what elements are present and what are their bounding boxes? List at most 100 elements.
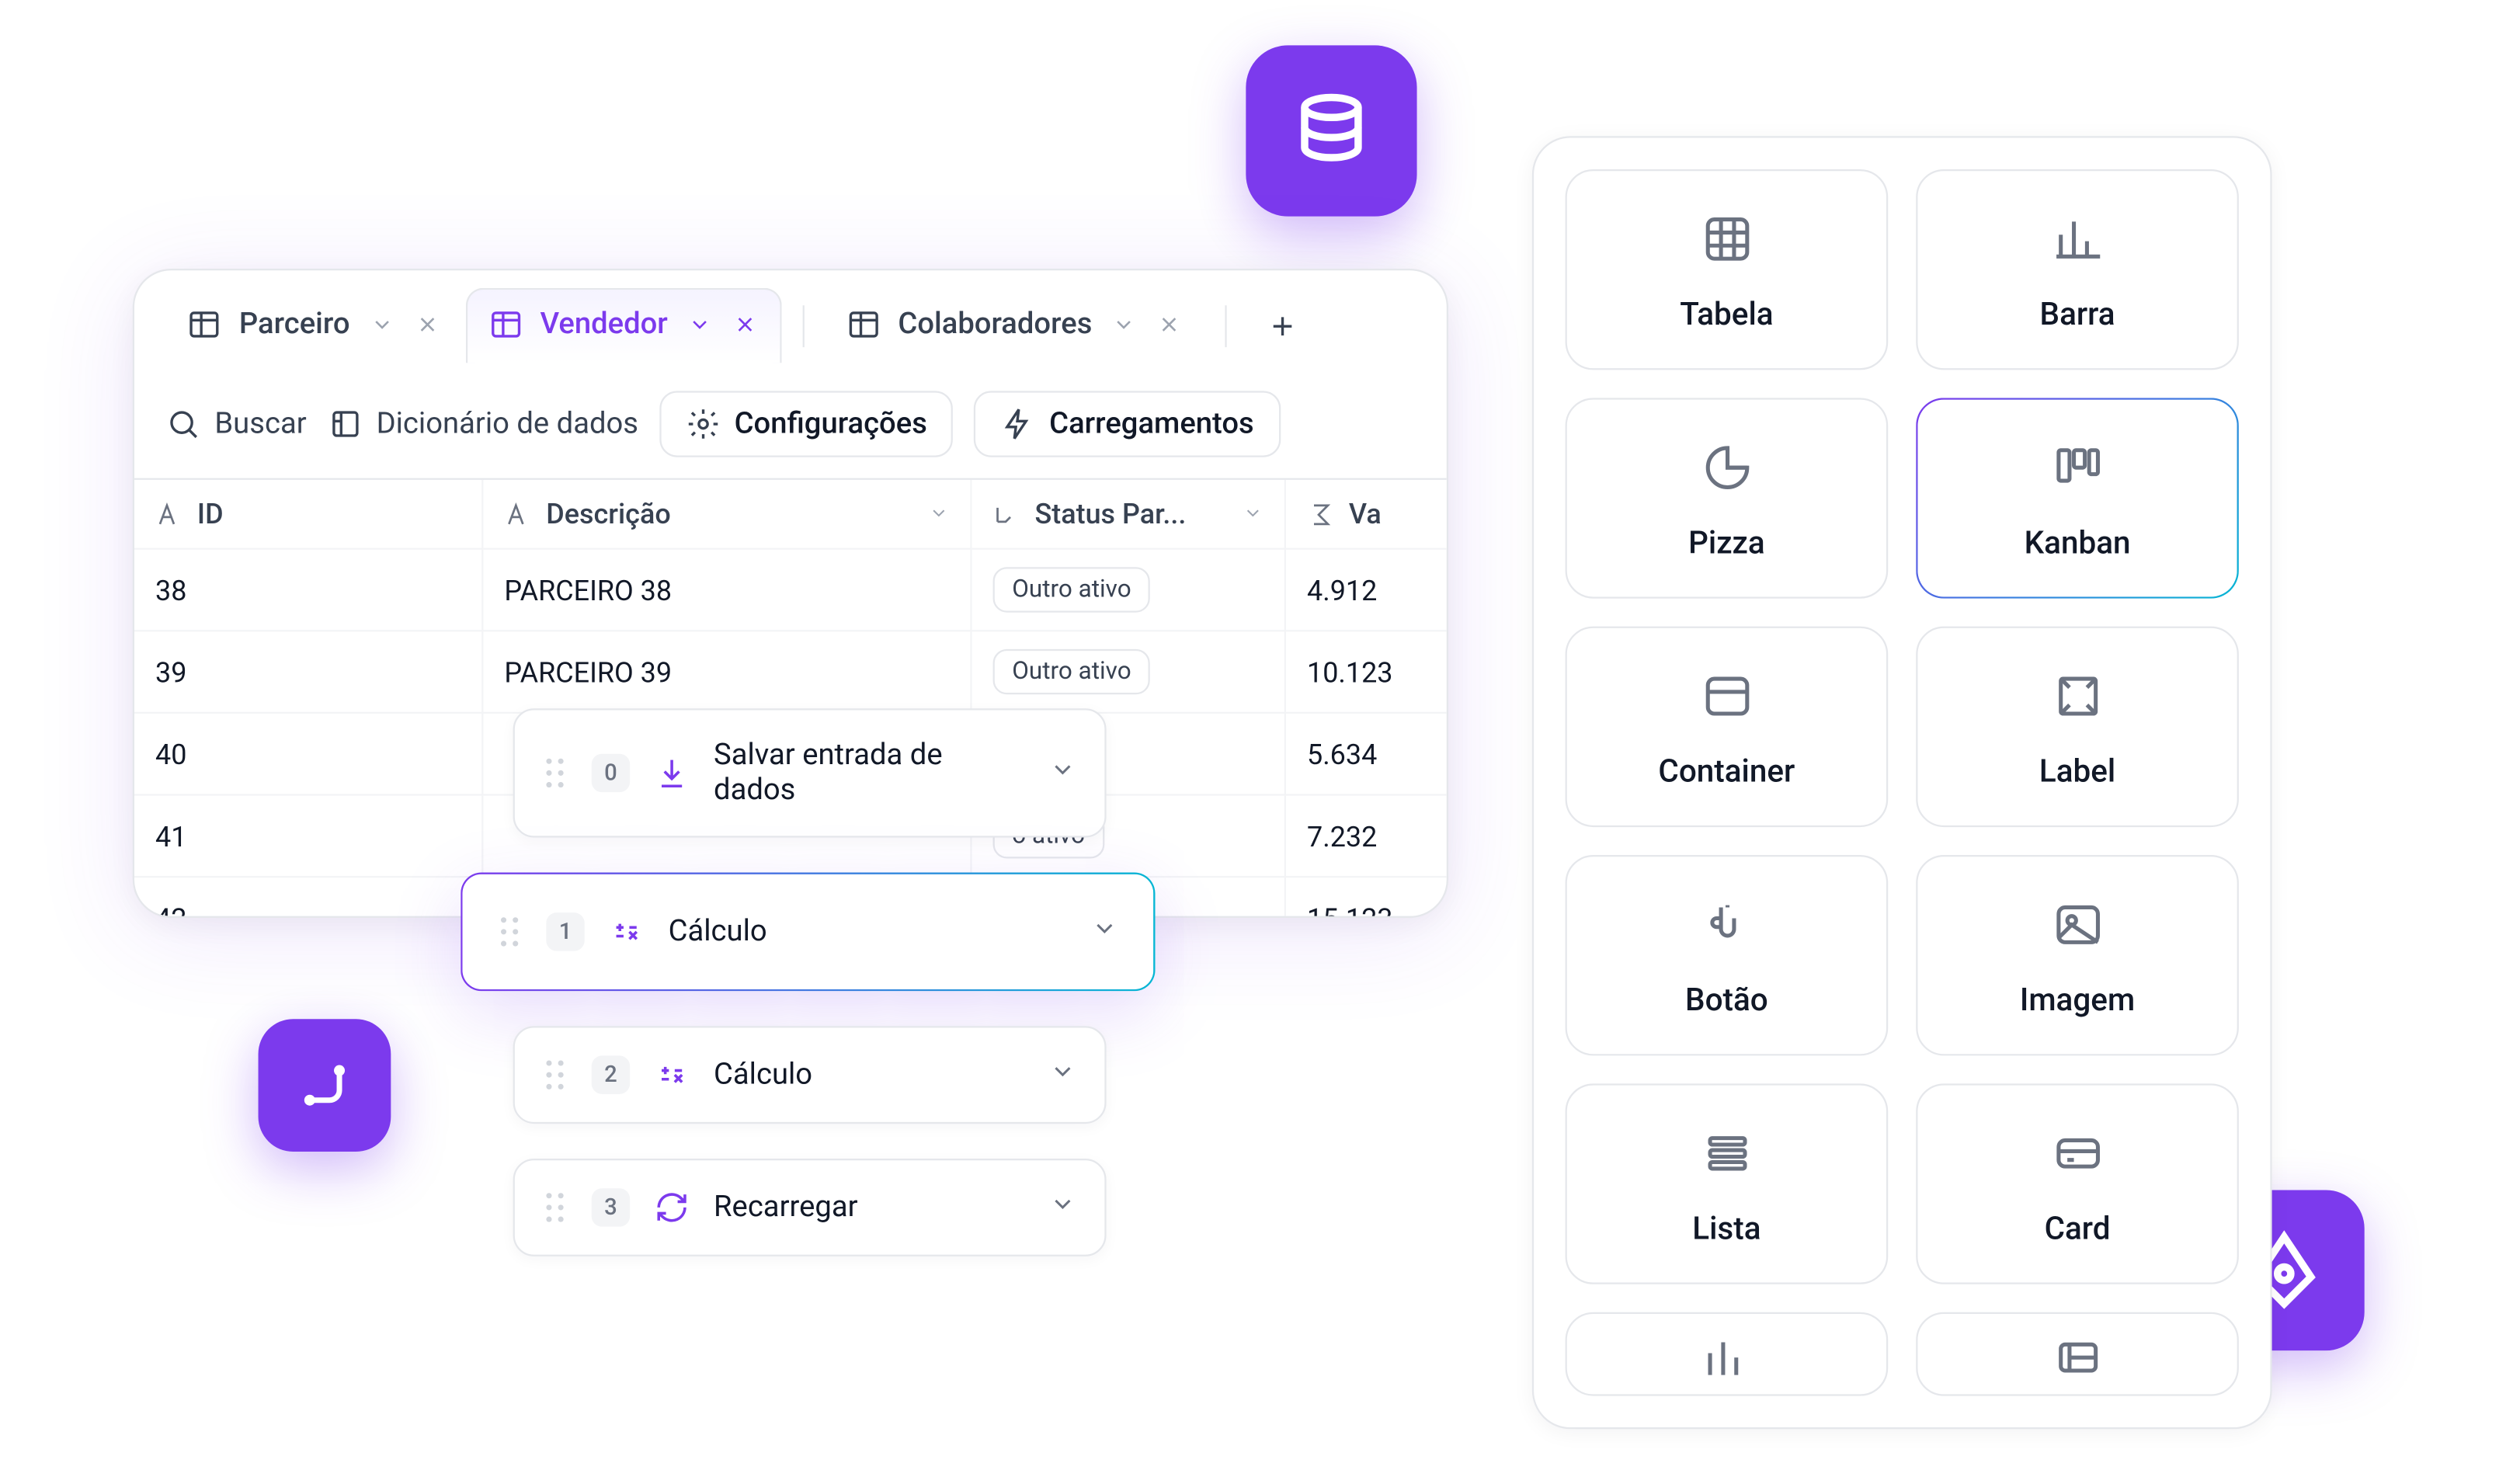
close-icon[interactable]: [412, 310, 440, 338]
type-text-icon: [155, 500, 183, 528]
cell-id[interactable]: 41: [134, 796, 483, 878]
chevron-down-icon[interactable]: [1048, 756, 1076, 791]
cell-value[interactable]: 4.912: [1286, 550, 1448, 632]
search-label: Buscar: [214, 407, 306, 442]
cell-id[interactable]: 42: [134, 878, 483, 918]
palette-label: Pizza: [1688, 525, 1765, 561]
settings-button[interactable]: Configurações: [659, 391, 954, 457]
tab-parceiro[interactable]: Parceiro: [165, 289, 461, 362]
chevron-down-icon[interactable]: [367, 310, 395, 338]
loads-button[interactable]: Carregamentos: [975, 391, 1281, 457]
palette-label: Botão: [1685, 982, 1768, 1019]
column-status[interactable]: Status Par...: [972, 480, 1286, 550]
column-value[interactable]: Va: [1286, 480, 1448, 550]
palette-item-tabela[interactable]: Tabela: [1566, 169, 1889, 370]
drag-handle-icon[interactable]: [543, 757, 567, 788]
image-icon: [2051, 898, 2103, 957]
cell-value[interactable]: 7.232: [1286, 796, 1448, 878]
cell-id[interactable]: 38: [134, 550, 483, 632]
step-label: Recarregar: [714, 1190, 858, 1225]
palette-label: Barra: [2040, 297, 2115, 333]
palette-item-lista[interactable]: Lista: [1566, 1083, 1889, 1284]
tab-colaboradores[interactable]: Colaboradores: [825, 289, 1204, 362]
cell-desc[interactable]: PARCEIRO 38: [483, 550, 971, 632]
cell-value[interactable]: 15.123: [1286, 878, 1448, 918]
table-icon: [846, 306, 881, 341]
step-label: Cálculo: [669, 914, 767, 949]
palette-label: Tabela: [1680, 297, 1773, 333]
tabs-bar: Parceiro Vendedor Colaboradores: [134, 270, 1447, 363]
card-icon: [2051, 1128, 2103, 1187]
column-id[interactable]: ID: [134, 480, 483, 550]
palette-item-container[interactable]: Container: [1566, 627, 1889, 827]
step-item-3[interactable]: 3 Recarregar: [513, 1159, 1107, 1256]
close-icon[interactable]: [1155, 310, 1183, 338]
chart-icon: [2051, 213, 2103, 272]
table-row[interactable]: 38PARCEIRO 38Outro ativo4.912: [134, 550, 1447, 632]
data-dictionary-button[interactable]: Dicionário de dados: [328, 407, 638, 442]
chevron-down-icon[interactable]: [685, 311, 713, 339]
chevron-down-icon[interactable]: [1090, 914, 1118, 949]
column-label: Descrição: [546, 497, 670, 530]
chevron-down-icon[interactable]: [1048, 1058, 1076, 1093]
palette-item-kanban[interactable]: Kanban: [1916, 398, 2239, 598]
pointer-icon: [1701, 898, 1753, 957]
palette-item-imagem[interactable]: Imagem: [1916, 855, 2239, 1055]
cell-desc[interactable]: PARCEIRO 39: [483, 631, 971, 714]
drag-handle-icon[interactable]: [543, 1059, 567, 1090]
palette-item-pizza[interactable]: Pizza: [1566, 398, 1889, 598]
palette-item-label[interactable]: Label: [1916, 627, 2239, 827]
caret-down-icon[interactable]: [928, 497, 949, 530]
table-icon: [186, 306, 221, 341]
cell-status[interactable]: Outro ativo: [972, 631, 1286, 714]
table-icon: [488, 307, 523, 342]
chevron-down-icon[interactable]: [1048, 1190, 1076, 1225]
step-item-1[interactable]: 1 Cálculo: [461, 873, 1155, 992]
kanban-icon: [2051, 441, 2103, 500]
palette-label: Imagem: [2020, 982, 2135, 1019]
tab-vendedor[interactable]: Vendedor: [465, 288, 781, 363]
loads-label: Carregamentos: [1049, 407, 1254, 442]
step-item-2[interactable]: 2Cálculo: [513, 1026, 1107, 1124]
column-descricao[interactable]: Descrição: [483, 480, 971, 550]
palette-item-barra[interactable]: Barra: [1916, 169, 2239, 370]
table-header: ID Descrição Status Par... Va: [134, 480, 1447, 550]
search-button[interactable]: Buscar: [165, 407, 306, 442]
step-label: Cálculo: [714, 1058, 812, 1093]
divider: [1225, 304, 1226, 346]
caret-down-icon[interactable]: [1243, 497, 1263, 530]
palette-item-card[interactable]: Card: [1916, 1083, 2239, 1284]
download-icon: [655, 756, 690, 791]
cell-status[interactable]: Outro ativo: [972, 550, 1286, 632]
type-sum-icon: [1307, 500, 1335, 528]
bolt-icon: [1000, 407, 1035, 442]
search-icon: [165, 407, 200, 442]
chevron-down-icon[interactable]: [1110, 310, 1138, 338]
dictionary-label: Dicionário de dados: [377, 407, 638, 442]
step-item-0[interactable]: 0Salvar entrada de dados: [513, 708, 1107, 837]
cell-id[interactable]: 40: [134, 714, 483, 796]
tab-label: Parceiro: [239, 306, 350, 341]
type-select-icon: [993, 500, 1021, 528]
step-index: 1: [546, 912, 584, 951]
palette-item-more-0[interactable]: [1566, 1312, 1889, 1396]
palette-label: Label: [2039, 754, 2115, 791]
add-tab-button[interactable]: [1258, 301, 1307, 350]
cell-value[interactable]: 10.123: [1286, 631, 1448, 714]
palette-item-more-1[interactable]: [1916, 1312, 2239, 1396]
table-row[interactable]: 39PARCEIRO 39Outro ativo10.123: [134, 631, 1447, 714]
toolbar: Buscar Dicionário de dados Configurações…: [134, 363, 1447, 478]
drag-handle-icon[interactable]: [497, 916, 521, 947]
divider: [802, 304, 804, 346]
cell-id[interactable]: 39: [134, 631, 483, 714]
settings-label: Configurações: [735, 407, 927, 442]
type-text-icon: [504, 500, 532, 528]
pie-icon: [1701, 441, 1753, 500]
step-index: 3: [592, 1188, 630, 1226]
close-icon[interactable]: [731, 311, 759, 339]
component-palette: Tabela Barra Pizza KanbanContainer Label Botã…: [1532, 136, 2272, 1429]
steps-list: 0Salvar entrada de dados1Cálculo2Cálculo…: [513, 708, 1107, 1256]
cell-value[interactable]: 5.634: [1286, 714, 1448, 796]
drag-handle-icon[interactable]: [543, 1192, 567, 1223]
palette-item-botao[interactable]: Botão: [1566, 855, 1889, 1055]
